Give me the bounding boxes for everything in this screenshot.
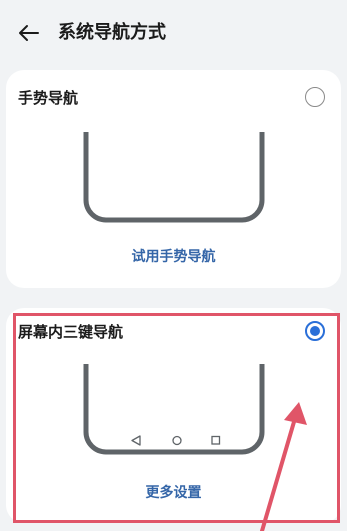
square-recents-icon [211, 435, 221, 445]
header: 系统导航方式 [0, 0, 347, 66]
circle-home-icon [172, 435, 182, 446]
try-gesture-navigation-link[interactable]: 试用手势导航 [6, 247, 341, 267]
three-key-navigation-card[interactable]: 屏幕内三键导航 更多设置 [6, 308, 341, 523]
three-key-phone-illustration [83, 364, 265, 455]
more-settings-link[interactable]: 更多设置 [6, 483, 341, 503]
page-title: 系统导航方式 [58, 22, 166, 43]
three-key-navigation-radio[interactable] [305, 321, 325, 341]
gesture-navigation-radio[interactable] [305, 87, 325, 107]
gesture-phone-illustration [83, 132, 265, 223]
gesture-navigation-card[interactable]: 手势导航 试用手势导航 [6, 70, 341, 288]
arrow-left-icon[interactable] [16, 20, 42, 46]
triangle-back-icon [131, 435, 141, 446]
gesture-navigation-label: 手势导航 [18, 89, 79, 107]
three-key-navigation-label: 屏幕内三键导航 [18, 323, 124, 341]
